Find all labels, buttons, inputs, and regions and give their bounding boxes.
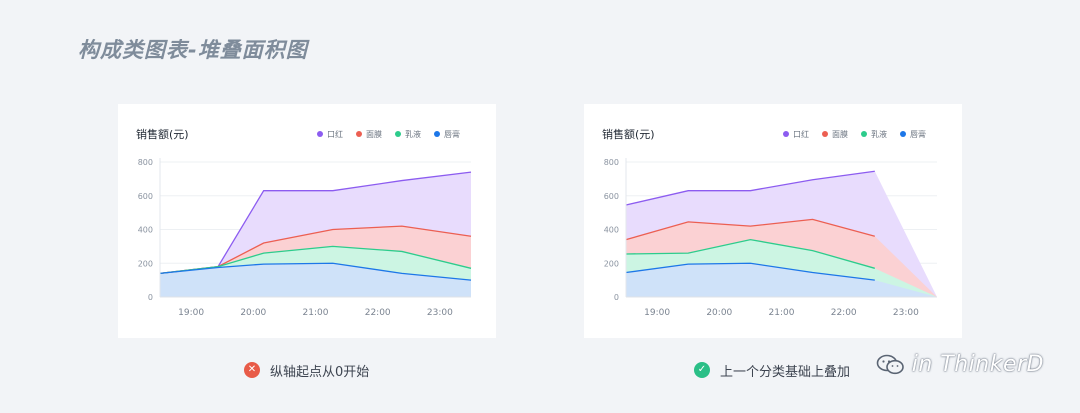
legend-label: 唇膏 — [444, 129, 460, 139]
legend-swatch — [434, 131, 440, 137]
legend-swatch — [861, 131, 867, 137]
legend-swatch — [395, 131, 401, 137]
y-tick-label: 400 — [138, 226, 153, 235]
watermark-text: in ThinkerD — [911, 352, 1044, 377]
check-icon: ✓ — [694, 362, 710, 378]
y-tick-label: 0 — [148, 293, 153, 302]
stacked-area-chart-left: 销售额(元) 口红 面膜 乳液 唇膏 0 200 400 600 800 19:00 20:00 21:… — [136, 127, 472, 318]
y-tick-label: 800 — [604, 158, 619, 167]
x-tick-label: 23:00 — [427, 308, 453, 318]
stacked-area-chart-right: 销售额(元) 口红 面膜 乳液 唇膏 0 200 400 600 800 19:00 20:00 21:… — [602, 127, 937, 318]
x-tick-label: 23:00 — [893, 308, 919, 318]
x-tick-label: 20:00 — [706, 308, 732, 318]
x-tick-label: 19:00 — [644, 308, 670, 318]
x-tick-label: 22:00 — [831, 308, 857, 318]
legend-label: 乳液 — [405, 129, 421, 139]
legend-swatch — [317, 131, 323, 137]
y-tick-label: 200 — [604, 259, 619, 268]
chart-title: 销售额(元) — [136, 127, 189, 141]
caption-good-text: 上一个分类基础上叠加 — [720, 364, 851, 380]
x-tick-label: 20:00 — [240, 308, 266, 318]
x-tick-label: 19:00 — [178, 308, 204, 318]
legend-label: 口红 — [327, 129, 343, 139]
x-tick-label: 22:00 — [365, 308, 391, 318]
legend-swatch — [900, 131, 906, 137]
legend-swatch — [822, 131, 828, 137]
legend-label: 唇膏 — [910, 129, 926, 139]
legend-label: 面膜 — [832, 129, 848, 139]
chart-card-left: 销售额(元) 口红 面膜 乳液 唇膏 0 200 400 600 800 19:00 20:00 21:… — [118, 104, 496, 338]
legend-swatch — [356, 131, 362, 137]
legend-label: 面膜 — [366, 129, 382, 139]
x-tick-label: 21:00 — [769, 308, 795, 318]
y-tick-label: 600 — [138, 192, 153, 201]
page-title: 构成类图表-堆叠面积图 — [78, 38, 308, 62]
x-tick-label: 21:00 — [303, 308, 329, 318]
y-tick-label: 0 — [614, 293, 619, 302]
y-tick-label: 800 — [138, 158, 153, 167]
caption-good: ✓ 上一个分类基础上叠加 — [694, 361, 851, 380]
caption-bad-text: 纵轴起点从0开始 — [270, 364, 370, 380]
chart-title: 销售额(元) — [602, 127, 655, 141]
y-tick-label: 600 — [604, 192, 619, 201]
legend-label: 口红 — [793, 129, 809, 139]
y-tick-label: 400 — [604, 226, 619, 235]
close-icon: ✕ — [244, 362, 260, 378]
watermark: in ThinkerD — [876, 352, 1044, 377]
legend-swatch — [783, 131, 789, 137]
wechat-icon — [876, 354, 904, 374]
caption-bad: ✕ 纵轴起点从0开始 — [244, 361, 370, 380]
legend-label: 乳液 — [871, 129, 887, 139]
chart-card-right: 销售额(元) 口红 面膜 乳液 唇膏 0 200 400 600 800 19:00 20:00 21:… — [584, 104, 962, 338]
y-tick-label: 200 — [138, 259, 153, 268]
